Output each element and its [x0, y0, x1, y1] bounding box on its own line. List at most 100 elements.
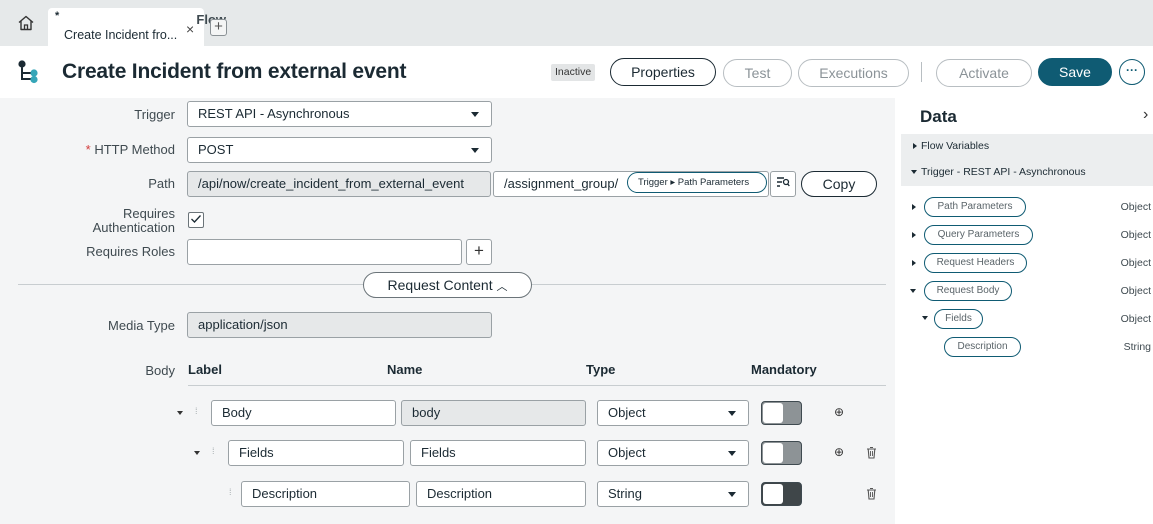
add-child-icon[interactable]: ⊕: [834, 445, 844, 459]
data-type-label: Object: [1120, 257, 1151, 269]
delete-icon[interactable]: [866, 446, 877, 462]
row-label-input[interactable]: Description: [241, 481, 410, 507]
collapse-icon[interactable]: [910, 289, 916, 293]
executions-button[interactable]: Executions: [798, 59, 909, 87]
collapse-icon: [911, 170, 917, 174]
chevron-down-icon: [728, 451, 736, 456]
properties-button[interactable]: Properties: [610, 58, 716, 86]
data-pill-request-headers[interactable]: Request Headers: [924, 253, 1027, 273]
flow-variables-section[interactable]: Flow Variables: [901, 134, 1153, 160]
row-name-field: body: [401, 400, 586, 426]
collapse-panel-icon[interactable]: ›: [1143, 106, 1148, 124]
http-method-select[interactable]: POST: [187, 137, 492, 163]
trigger-select[interactable]: REST API - Asynchronous: [187, 101, 492, 127]
chevron-down-icon: [728, 411, 736, 416]
column-header-mandatory: Mandatory: [751, 362, 817, 377]
row-type-select[interactable]: Object: [597, 400, 749, 426]
path-label: Path: [148, 176, 175, 191]
toggle-knob: [763, 443, 783, 463]
row-name-input[interactable]: Fields: [410, 440, 586, 466]
tab-type-label: Flow: [56, 12, 226, 27]
requires-auth-label: Requires Authentication: [5, 207, 175, 235]
data-pill-path-parameters[interactable]: Path Parameters: [924, 197, 1026, 217]
table-header-divider: [188, 385, 886, 386]
request-content-label: Request Content: [387, 277, 493, 293]
http-method-value: POST: [198, 142, 234, 157]
toggle-knob: [763, 403, 783, 423]
drag-handle-icon[interactable]: ⁞: [212, 446, 214, 456]
expand-icon[interactable]: [912, 260, 916, 266]
add-role-button[interactable]: +: [466, 239, 492, 265]
row-type-value: String: [608, 486, 642, 501]
row-type-value: Object: [608, 445, 646, 460]
add-tab-button[interactable]: +: [210, 19, 227, 36]
request-content-toggle[interactable]: Request Content ︿: [363, 272, 532, 298]
http-method-label-text: HTTP Method: [94, 142, 175, 157]
data-pill-fields[interactable]: Fields: [934, 309, 983, 329]
requires-auth-checkbox[interactable]: [188, 212, 204, 228]
media-type-label: Media Type: [108, 318, 175, 333]
mandatory-toggle[interactable]: [761, 401, 802, 425]
row-label-input[interactable]: Fields: [228, 440, 404, 466]
chevron-down-icon: [728, 492, 736, 497]
trigger-section-label: Trigger - REST API - Asynchronous: [921, 166, 1086, 178]
copy-button[interactable]: Copy: [801, 171, 877, 197]
test-button[interactable]: Test: [723, 59, 792, 87]
chevron-down-icon: [471, 112, 479, 117]
requires-roles-input[interactable]: [187, 239, 462, 265]
drag-handle-icon[interactable]: ⁞: [229, 487, 231, 497]
row-type-select[interactable]: String: [597, 481, 749, 507]
more-options-icon[interactable]: ···: [1119, 59, 1145, 85]
requires-roles-label: Requires Roles: [86, 244, 175, 259]
data-type-label: Object: [1120, 313, 1151, 325]
column-header-name: Name: [387, 362, 423, 377]
delete-icon[interactable]: [866, 487, 877, 503]
expand-icon: [913, 143, 917, 149]
row-type-select[interactable]: Object: [597, 440, 749, 466]
data-type-label: Object: [1120, 285, 1151, 297]
row-type-value: Object: [608, 405, 646, 420]
path-base-field: /api/now/create_incident_from_external_e…: [187, 171, 491, 197]
column-header-label: Label: [188, 362, 222, 377]
data-pill-request-body[interactable]: Request Body: [924, 281, 1012, 301]
media-type-field: application/json: [187, 312, 492, 338]
data-type-label: String: [1123, 341, 1151, 353]
mandatory-toggle[interactable]: [761, 482, 802, 506]
tab-title: Create Incident fro...: [64, 28, 178, 42]
flow-icon: [14, 58, 42, 89]
row-name-input[interactable]: Description: [416, 481, 586, 507]
tab-flow[interactable]: *Flow Create Incident fro... ×: [48, 8, 226, 46]
expand-icon[interactable]: [912, 232, 916, 238]
activate-button[interactable]: Activate: [936, 59, 1032, 87]
drag-handle-icon[interactable]: ⁞: [195, 406, 197, 416]
path-suffix-value: /assignment_group/: [504, 176, 619, 191]
http-method-label: * HTTP Method: [5, 142, 175, 157]
trigger-value: REST API - Asynchronous: [198, 106, 350, 121]
column-header-type: Type: [586, 362, 616, 377]
trigger-label: Trigger: [134, 107, 175, 122]
required-marker: *: [85, 142, 91, 157]
data-picker-icon[interactable]: [770, 171, 796, 197]
trigger-section[interactable]: Trigger - REST API - Asynchronous: [901, 160, 1153, 186]
page-title: Create Incident from external event: [62, 60, 407, 83]
status-badge: Inactive: [551, 64, 596, 81]
data-panel-title: Data: [920, 107, 957, 126]
path-parameter-pill[interactable]: Trigger ▸ Path Parameters: [627, 172, 767, 193]
flow-variables-label: Flow Variables: [921, 140, 990, 152]
chevron-down-icon: [471, 148, 479, 153]
collapse-icon[interactable]: [922, 316, 928, 320]
collapse-row-icon[interactable]: [194, 451, 200, 455]
requires-auth-label-line1: Requires: [122, 206, 175, 221]
expand-icon[interactable]: [912, 204, 916, 210]
header-divider: [921, 62, 922, 82]
add-child-icon[interactable]: ⊕: [834, 405, 844, 419]
save-button[interactable]: Save: [1038, 58, 1112, 86]
data-pill-description[interactable]: Description: [944, 337, 1021, 357]
data-type-label: Object: [1120, 229, 1151, 241]
close-tab-icon[interactable]: ×: [186, 21, 194, 37]
data-pill-query-parameters[interactable]: Query Parameters: [924, 225, 1033, 245]
collapse-row-icon[interactable]: [177, 411, 183, 415]
home-icon[interactable]: [12, 9, 40, 37]
row-label-input[interactable]: Body: [211, 400, 396, 426]
mandatory-toggle[interactable]: [761, 441, 802, 465]
